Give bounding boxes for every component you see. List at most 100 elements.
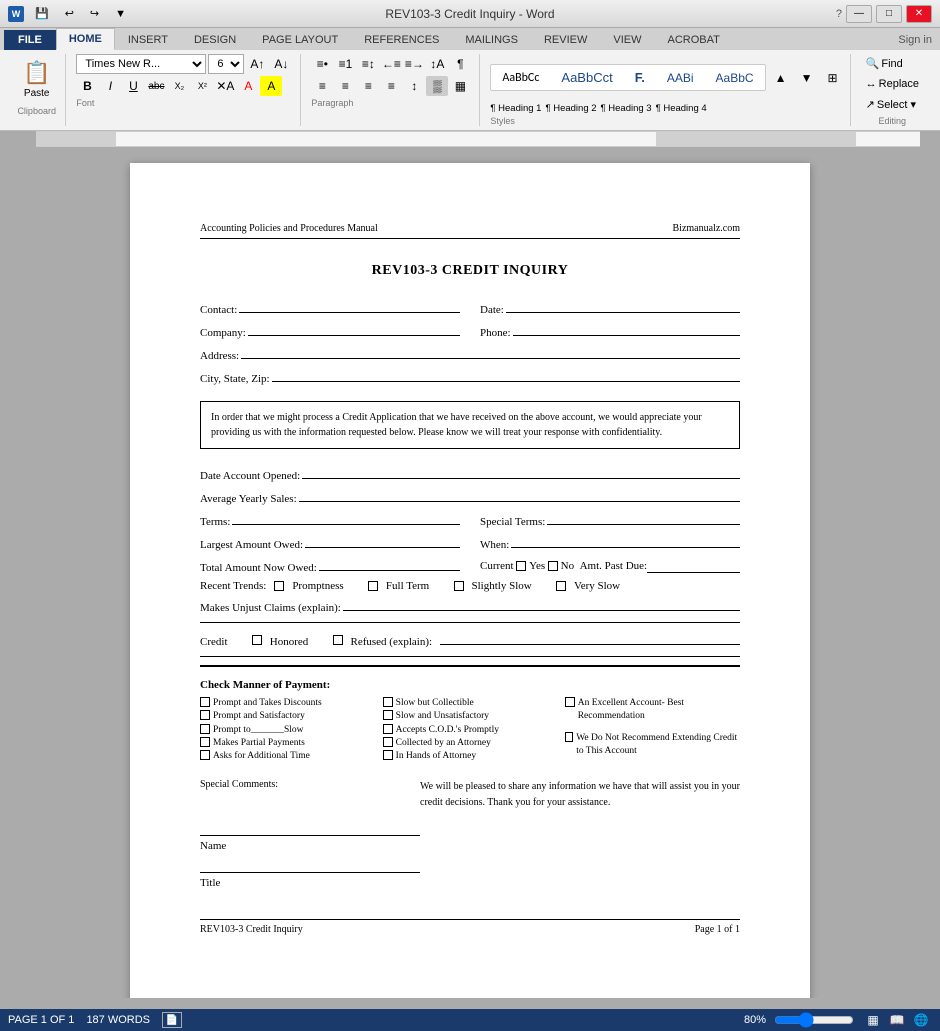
- company-label: Company:: [200, 327, 246, 339]
- quick-extra-btn[interactable]: ▼: [110, 5, 131, 23]
- ribbon-content: 📋 Paste Clipboard Times New R... 6 A↑ A↓…: [0, 50, 940, 130]
- contact-field: Contact:: [200, 299, 460, 316]
- tab-insert[interactable]: INSERT: [115, 29, 181, 50]
- manner-label-11: An Excellent Account- Best Recommendatio…: [578, 697, 740, 724]
- refused-cb: [333, 635, 343, 645]
- help-icon[interactable]: ?: [836, 8, 842, 20]
- quick-undo-btn[interactable]: ↩: [60, 4, 79, 23]
- styles-scroll-down[interactable]: ▼: [796, 68, 818, 88]
- recent-trends-label: Recent Trends:: [200, 580, 266, 592]
- manner-label-4: Makes Partial Payments: [213, 737, 305, 750]
- subscript-btn[interactable]: X₂: [168, 76, 190, 96]
- manner-item-4: Makes Partial Payments: [200, 737, 375, 750]
- city-label: City, State, Zip:: [200, 373, 270, 385]
- unjust-claims-label: Makes Unjust Claims (explain):: [200, 602, 341, 614]
- justify-btn[interactable]: ≡: [380, 76, 402, 96]
- footer-right: Page 1 of 1: [695, 924, 740, 935]
- sign-in-link[interactable]: Sign in: [890, 30, 940, 50]
- numbering-btn[interactable]: ≡1: [334, 54, 356, 74]
- style-normal[interactable]: AaBbCc: [493, 68, 548, 88]
- text-color-btn[interactable]: A: [237, 76, 259, 96]
- heading1-label: ¶ Heading 1: [490, 103, 541, 114]
- quick-save-btn[interactable]: 💾: [30, 4, 54, 23]
- clear-formatting-btn[interactable]: ✕A: [214, 76, 236, 96]
- avg-sales-line: [299, 488, 740, 502]
- page-view-icon[interactable]: 📄: [162, 1012, 182, 1028]
- style-heading3[interactable]: AABi: [658, 68, 703, 88]
- decrease-indent-btn[interactable]: ←≡: [380, 54, 402, 74]
- notice-box: In order that we might process a Credit …: [200, 401, 740, 449]
- font-grow-btn[interactable]: A↑: [246, 54, 268, 74]
- view-normal-btn[interactable]: ▦: [862, 1010, 884, 1030]
- tab-design[interactable]: DESIGN: [181, 29, 249, 50]
- quick-redo-btn[interactable]: ↪: [85, 4, 104, 23]
- close-btn[interactable]: ✕: [906, 5, 932, 23]
- tab-acrobat[interactable]: ACROBAT: [654, 29, 732, 50]
- superscript-btn[interactable]: X²: [191, 76, 213, 96]
- tab-page-layout[interactable]: PAGE LAYOUT: [249, 29, 351, 50]
- view-web-btn[interactable]: 🌐: [910, 1010, 932, 1030]
- select-btn[interactable]: ↗ Select ▾: [861, 95, 924, 114]
- sort-btn[interactable]: ↕A: [426, 54, 448, 74]
- strikethrough-btn[interactable]: abc: [145, 76, 167, 96]
- minimize-btn[interactable]: —: [846, 5, 872, 23]
- date-account-label: Date Account Opened:: [200, 470, 300, 482]
- increase-indent-btn[interactable]: ≡→: [403, 54, 425, 74]
- manner-cb-11: [565, 697, 574, 707]
- highlight-btn[interactable]: A: [260, 76, 282, 96]
- borders-btn[interactable]: ▦: [449, 76, 471, 96]
- manner-item-6: Slow but Collectible: [383, 697, 558, 710]
- style-heading2[interactable]: F.: [626, 67, 654, 88]
- style-heading4[interactable]: AaBbC: [707, 68, 763, 88]
- manner-col2: Slow but Collectible Slow and Unsatisfac…: [383, 697, 558, 763]
- find-btn[interactable]: 🔍 Find: [861, 54, 924, 73]
- line-spacing-btn[interactable]: ↕: [403, 76, 425, 96]
- manner-label-6: Slow but Collectible: [396, 697, 474, 710]
- bold-btn[interactable]: B: [76, 76, 98, 96]
- page-indicator: PAGE 1 OF 1: [8, 1014, 74, 1026]
- paste-label: Paste: [24, 88, 50, 99]
- full-term-cb: [368, 581, 378, 591]
- replace-btn[interactable]: ↔ Replace: [861, 75, 924, 93]
- font-shrink-btn[interactable]: A↓: [270, 54, 292, 74]
- full-term-label: Full Term: [386, 580, 429, 592]
- zoom-level: 80%: [744, 1014, 766, 1026]
- heading2-label: ¶ Heading 2: [545, 103, 596, 114]
- maximize-btn[interactable]: □: [876, 5, 902, 23]
- multilevel-btn[interactable]: ≡↕: [357, 54, 379, 74]
- clipboard-label: Clipboard: [17, 106, 56, 116]
- shading-btn[interactable]: ▒: [426, 76, 448, 96]
- zoom-slider[interactable]: [774, 1012, 854, 1028]
- font-size-selector[interactable]: 6: [208, 54, 244, 74]
- refused-line: [440, 631, 740, 645]
- show-marks-btn[interactable]: ¶: [449, 54, 471, 74]
- current-field: Current Yes No Amt. Past Due:: [480, 557, 740, 574]
- paste-button[interactable]: 📋 Paste: [16, 54, 57, 104]
- company-phone-row: Company: Phone:: [200, 322, 740, 339]
- city-state-zip-row: City, State, Zip:: [200, 368, 740, 385]
- italic-btn[interactable]: I: [99, 76, 121, 96]
- unjust-claims-row: Makes Unjust Claims (explain):: [200, 597, 740, 614]
- underline-btn[interactable]: U: [122, 76, 144, 96]
- manner-label-12: We Do Not Recommend Extending Credit to …: [576, 732, 740, 759]
- styles-scroll-up[interactable]: ▲: [770, 68, 792, 88]
- tab-references[interactable]: REFERENCES: [351, 29, 452, 50]
- view-reading-btn[interactable]: 📖: [886, 1010, 908, 1030]
- largest-amount-field: Largest Amount Owed:: [200, 534, 460, 551]
- align-right-btn[interactable]: ≡: [357, 76, 379, 96]
- editing-group: 🔍 Find ↔ Replace ↗ Select ▾ Editing: [853, 54, 932, 126]
- manner-item-8: Accepts C.O.D.'s Promptly: [383, 724, 558, 737]
- yes-label: Yes: [526, 560, 545, 572]
- bullets-btn[interactable]: ≡•: [311, 54, 333, 74]
- font-name-selector[interactable]: Times New R...: [76, 54, 206, 74]
- total-amount-field: Total Amount Now Owed:: [200, 557, 460, 574]
- tab-mailings[interactable]: MAILINGS: [452, 29, 531, 50]
- tab-file[interactable]: FILE: [4, 30, 56, 50]
- align-center-btn[interactable]: ≡: [334, 76, 356, 96]
- tab-review[interactable]: REVIEW: [531, 29, 600, 50]
- align-left-btn[interactable]: ≡: [311, 76, 333, 96]
- styles-expand[interactable]: ⊞: [822, 68, 844, 88]
- tab-home[interactable]: HOME: [56, 28, 115, 50]
- tab-view[interactable]: VIEW: [600, 29, 654, 50]
- style-heading1[interactable]: AaBbCct: [552, 67, 621, 88]
